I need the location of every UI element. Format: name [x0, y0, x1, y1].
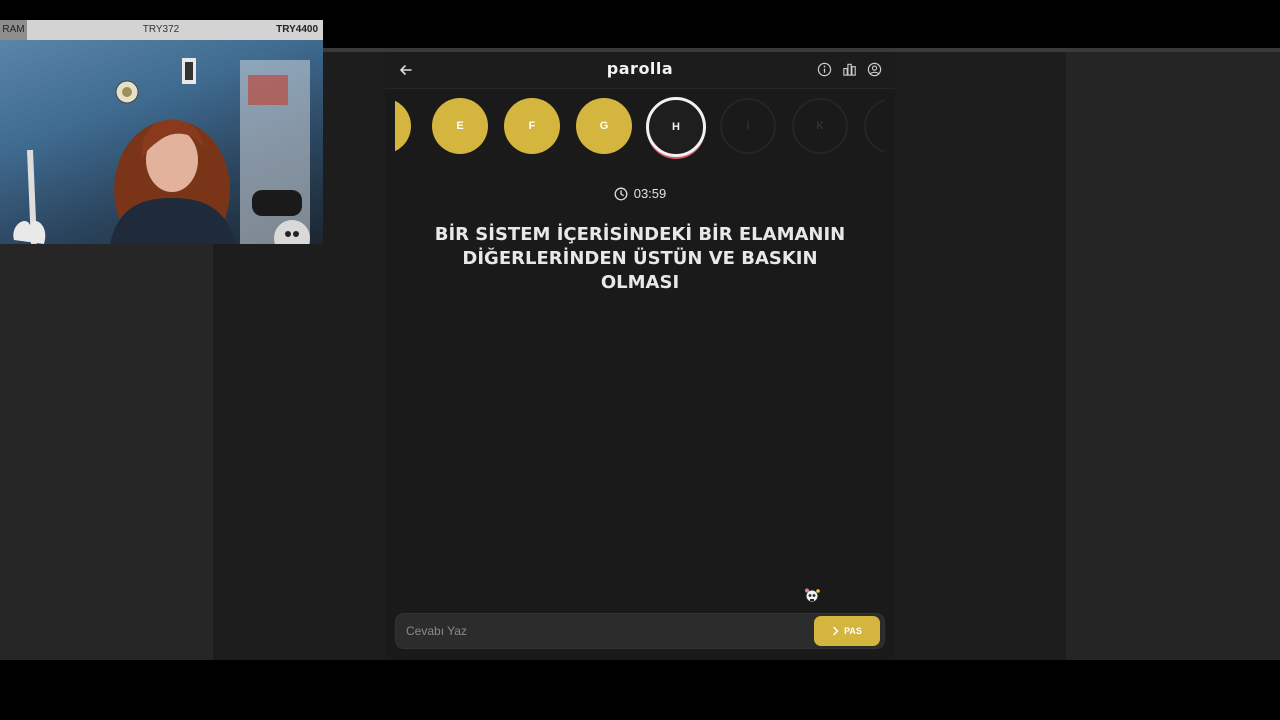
ticker-price-2: TRY4400 [276, 24, 318, 35]
answer-input[interactable] [396, 614, 806, 648]
clock-icon [614, 187, 628, 201]
countdown-timer: 03:59 [385, 186, 895, 201]
left-column [0, 244, 213, 660]
question-text: BİR SİSTEM İÇERİSİNDEKİ BİR ELAMANIN DİĞ… [434, 224, 846, 293]
letter-d[interactable]: D [395, 98, 411, 154]
letter-i[interactable]: İ [720, 98, 776, 154]
chevron-right-icon [833, 626, 839, 636]
right-gutter [895, 52, 1066, 660]
answer-bar: PAS [395, 613, 885, 649]
stream-ticker-bar: RAM TRY372 TRY4400 [0, 20, 323, 40]
header-actions [812, 62, 882, 78]
profile-icon[interactable] [867, 62, 882, 77]
stats-icon[interactable] [842, 62, 857, 77]
pass-button-label: PAS [844, 626, 862, 636]
letter-e[interactable]: E [432, 98, 488, 154]
webcam-scene [13, 58, 310, 244]
ram-label: RAM [0, 20, 27, 40]
game-header: parolla [385, 52, 895, 89]
ticker-price-1: TRY372 [142, 24, 180, 35]
letter-next[interactable] [864, 98, 885, 154]
timer-value: 03:59 [633, 186, 667, 201]
webcam-overlay [0, 40, 323, 244]
letter-g[interactable]: G [576, 98, 632, 154]
game-panel: parolla D [385, 52, 895, 660]
pass-button[interactable]: PAS [814, 616, 880, 646]
skull-cursor-icon [805, 588, 820, 603]
letter-k[interactable]: K [792, 98, 848, 154]
screen: parolla D [0, 0, 1280, 720]
letter-h-current[interactable]: H [646, 97, 706, 157]
letter-f[interactable]: F [504, 98, 560, 154]
letter-carousel[interactable]: D E F G H İ K [395, 94, 885, 162]
info-icon[interactable] [817, 62, 832, 77]
right-column [1066, 52, 1280, 660]
